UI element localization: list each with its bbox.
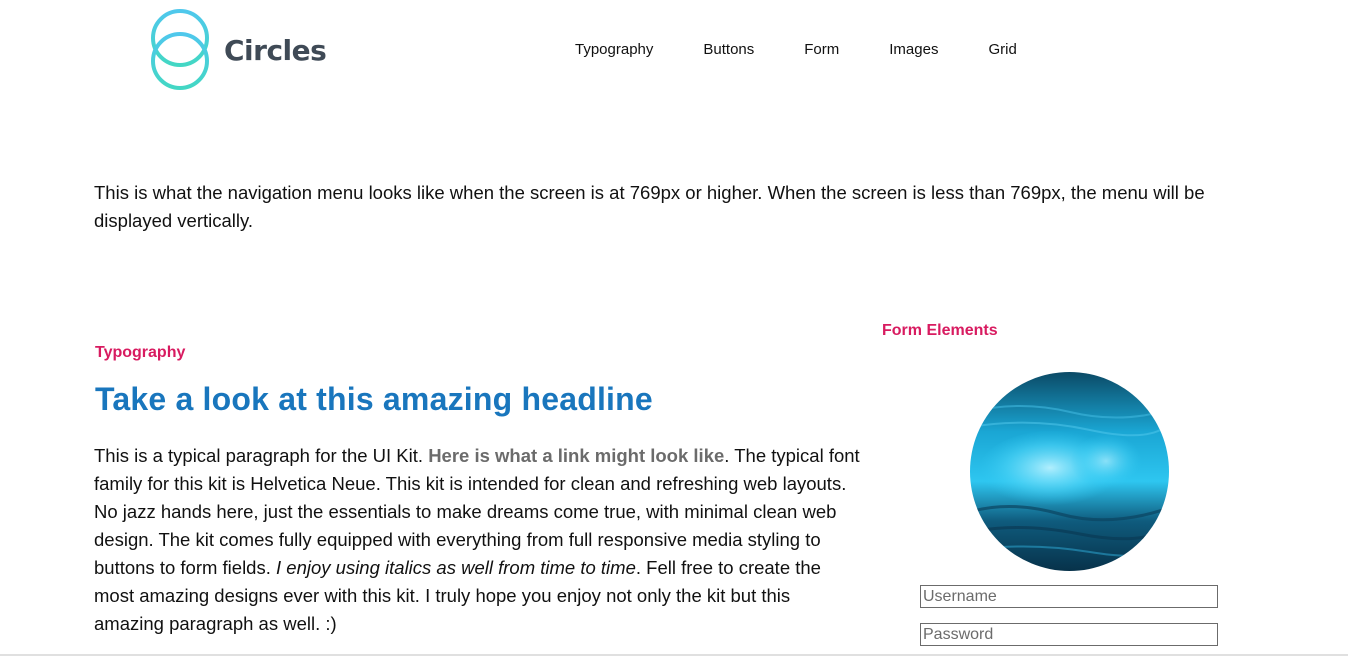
typography-paragraph: This is a typical paragraph for the UI K…	[94, 442, 864, 638]
nav-item-images[interactable]: Images	[889, 41, 938, 58]
page-headline: Take a look at this amazing headline	[95, 381, 653, 417]
password-input[interactable]	[920, 623, 1218, 646]
brand-name: Circles	[224, 33, 327, 67]
nav-item-grid[interactable]: Grid	[988, 41, 1016, 58]
paragraph-text: This is a typical paragraph for the UI K…	[94, 445, 429, 466]
sample-link[interactable]: Here is what a link might look like	[428, 445, 724, 466]
intro-text: This is what the navigation menu looks l…	[94, 182, 1205, 231]
italic-text: I enjoy using italics as well from time …	[276, 557, 636, 578]
nav-item-form[interactable]: Form	[804, 41, 839, 58]
logo-link[interactable]: Circles	[150, 8, 327, 92]
form-elements-label: Form Elements	[882, 322, 998, 339]
nav-item-buttons[interactable]: Buttons	[703, 41, 754, 58]
typography-label: Typography	[95, 344, 186, 361]
wave-image	[970, 372, 1169, 571]
username-input[interactable]	[920, 585, 1218, 608]
main-nav: Typography Buttons Form Images Grid	[575, 41, 1067, 58]
circles-logo-icon	[151, 9, 209, 90]
nav-item-typography[interactable]: Typography	[575, 41, 653, 58]
